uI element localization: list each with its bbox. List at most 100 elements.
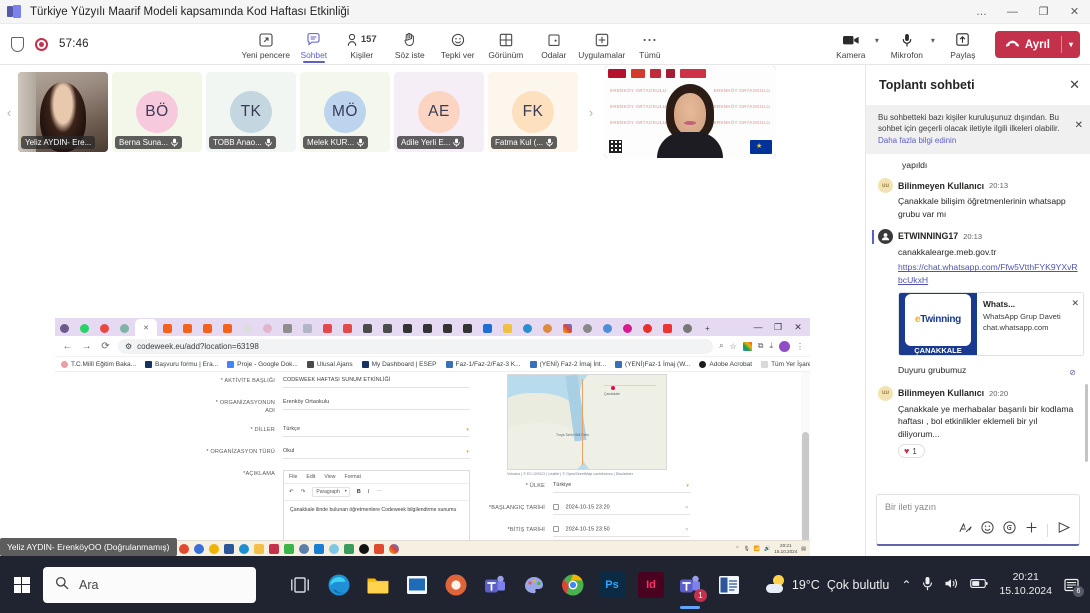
redo-icon[interactable]: ↷	[301, 489, 306, 495]
bookmark-item[interactable]: (YENİ) Faz-2 İmaj İnt...	[529, 360, 606, 368]
window-more-icon[interactable]: …	[966, 0, 997, 24]
tab-list-chevron-icon[interactable]	[55, 321, 74, 336]
browser-tab[interactable]	[338, 321, 357, 336]
search-icon[interactable]: ⌕	[719, 341, 723, 351]
bookmark-item[interactable]: Adobe Acrobat	[699, 360, 752, 368]
photoshop-icon[interactable]: Ps	[599, 571, 625, 598]
browser-tab[interactable]	[658, 321, 677, 336]
bookmark-item[interactable]: Ulusal Ajans	[306, 360, 353, 368]
browser-tab[interactable]	[238, 321, 257, 336]
map-canvas[interactable]: Çanakkale Troya Tarihi Milli Parkı	[507, 374, 667, 470]
chat-message-list[interactable]: yapıldı uu Bilinmeyen Kullanıcı 20:13 Ça…	[866, 154, 1090, 488]
browser-tab[interactable]	[298, 321, 317, 336]
editor-menu-format[interactable]: Format	[344, 474, 360, 480]
app-icon[interactable]	[329, 543, 339, 554]
giphy-icon[interactable]	[1003, 521, 1016, 539]
back-arrow-icon[interactable]: ←	[61, 341, 74, 352]
browser-tab[interactable]	[278, 321, 297, 336]
browser-tab[interactable]	[178, 321, 197, 336]
app-icon[interactable]	[284, 543, 294, 554]
whatsapp-invite-link[interactable]: https://chat.whatsapp.com/Ffw5VtthFYK9YX…	[898, 262, 1078, 284]
browser-tab[interactable]	[75, 321, 94, 336]
toolbar-people-button[interactable]: 157 Kişiler	[338, 28, 386, 60]
browser-close-icon[interactable]: ✕	[788, 322, 808, 333]
bookmarks-overflow-item[interactable]: Tüm Yer İşaretleri	[761, 360, 810, 368]
bookmark-item[interactable]: (YENİ)Faz-1 İmaj (W...	[615, 360, 690, 368]
microphone-icon[interactable]	[922, 576, 933, 594]
toolbar-reactions-button[interactable]: Tepki ver	[434, 28, 482, 60]
word-icon[interactable]	[716, 572, 742, 598]
editor-more-icon[interactable]: ⋯	[376, 489, 382, 495]
browser-tab[interactable]	[198, 321, 217, 336]
leave-main-area[interactable]: Ayrıl	[995, 31, 1061, 58]
toolbar-new-window-button[interactable]: Yeni pencere	[242, 28, 290, 60]
bookmark-star-icon[interactable]: ☆	[730, 342, 737, 351]
browser-tab[interactable]	[115, 321, 134, 336]
bookmark-item[interactable]: Başvuru formu | Era...	[145, 360, 218, 368]
bookmark-item[interactable]: T.C.Millî Eğitim Baka...	[61, 360, 136, 368]
app-icon[interactable]	[314, 543, 324, 554]
camera-chevron-down-icon[interactable]: ▾	[875, 36, 879, 45]
site-settings-icon[interactable]: ⚙	[125, 342, 132, 351]
participant-tile[interactable]: FK Fatma Kul (...	[488, 72, 578, 152]
browser-tab[interactable]	[538, 321, 557, 336]
app-icon[interactable]	[299, 543, 309, 554]
country-select[interactable]: Türkiye ▾	[553, 482, 690, 493]
window-minimize-icon[interactable]: —	[997, 0, 1028, 24]
recording-indicator-icon[interactable]	[35, 37, 48, 51]
app-icon[interactable]	[359, 543, 369, 554]
location-map[interactable]: Çanakkale Troya Tarihi Milli Parkı Volca…	[507, 374, 667, 476]
profile-avatar-icon[interactable]	[779, 340, 790, 352]
shared-clock[interactable]: 20:21 15.10.2024	[774, 543, 797, 554]
download-icon[interactable]: ⤓	[769, 341, 773, 351]
send-icon[interactable]	[1057, 521, 1071, 539]
active-speaker-tile[interactable]: ERENKÖY ORTAOKULU ERENKÖY ORTAOKULU EREN…	[604, 66, 776, 158]
emoji-icon[interactable]	[981, 521, 994, 539]
start-date-input[interactable]: 2024-10-15 23:20 ✕	[553, 504, 690, 515]
reload-icon[interactable]: ⟳	[99, 341, 112, 352]
powerpoint-icon[interactable]	[404, 572, 430, 598]
browser-tab[interactable]	[438, 321, 457, 336]
app-icon[interactable]	[269, 543, 279, 554]
browser-tab-active[interactable]: ✕	[135, 319, 157, 336]
app-icon[interactable]	[374, 543, 384, 554]
browser-tab[interactable]	[258, 321, 277, 336]
shield-icon[interactable]	[11, 36, 24, 52]
browser-tab[interactable]	[678, 321, 697, 336]
camera-toggle-button[interactable]: Kamera	[827, 28, 875, 60]
app-icon[interactable]	[194, 543, 204, 554]
tray-network-icon[interactable]: 📶	[754, 546, 760, 552]
app-icon[interactable]	[254, 543, 264, 554]
message-reaction[interactable]: ♥ 1	[898, 444, 925, 459]
participant-tile[interactable]: Yeliz AYDIN- Ere...	[18, 72, 108, 152]
browser-tab[interactable]	[498, 321, 517, 336]
browser-minimize-icon[interactable]: —	[748, 322, 768, 332]
browser-tab[interactable]	[578, 321, 597, 336]
app-icon[interactable]	[344, 543, 354, 554]
bookmark-item[interactable]: Proje - Google Dok...	[227, 360, 298, 368]
split-screen-icon[interactable]: ⧉	[758, 341, 764, 351]
chevron-down-icon[interactable]: ▾	[466, 427, 469, 433]
scroll-thumb[interactable]	[802, 432, 809, 542]
format-text-icon[interactable]	[958, 521, 972, 539]
block-format-select[interactable]: Paragraph	[312, 487, 350, 498]
attach-plus-icon[interactable]	[1025, 521, 1038, 539]
app-icon[interactable]	[239, 543, 249, 554]
participant-tile[interactable]: MÖ Melek KUR...	[300, 72, 390, 152]
participant-tile[interactable]: BÖ Berna Suna...	[112, 72, 202, 152]
activity-title-input[interactable]: CODEWEEK HAFTASI SUNUM ETKİNLİĞİ	[283, 377, 470, 388]
browser-tab[interactable]	[218, 321, 237, 336]
chat-scrollbar[interactable]	[1085, 384, 1088, 463]
editor-menu-edit[interactable]: Edit	[306, 474, 315, 480]
close-icon[interactable]: ✕	[1075, 120, 1083, 131]
browser-tab[interactable]	[398, 321, 417, 336]
new-tab-button[interactable]: +	[698, 321, 717, 336]
tray-chevron-up-icon[interactable]: ⌃	[901, 578, 911, 592]
browser-tab[interactable]	[358, 321, 377, 336]
clear-icon[interactable]: ✕	[685, 505, 689, 511]
browser-tab[interactable]	[558, 321, 577, 336]
undo-icon[interactable]: ↶	[289, 489, 294, 495]
battery-icon[interactable]	[970, 578, 989, 592]
photos-icon[interactable]	[443, 572, 469, 598]
end-date-input[interactable]: 2024-10-15 23:50 ✕	[553, 526, 690, 537]
